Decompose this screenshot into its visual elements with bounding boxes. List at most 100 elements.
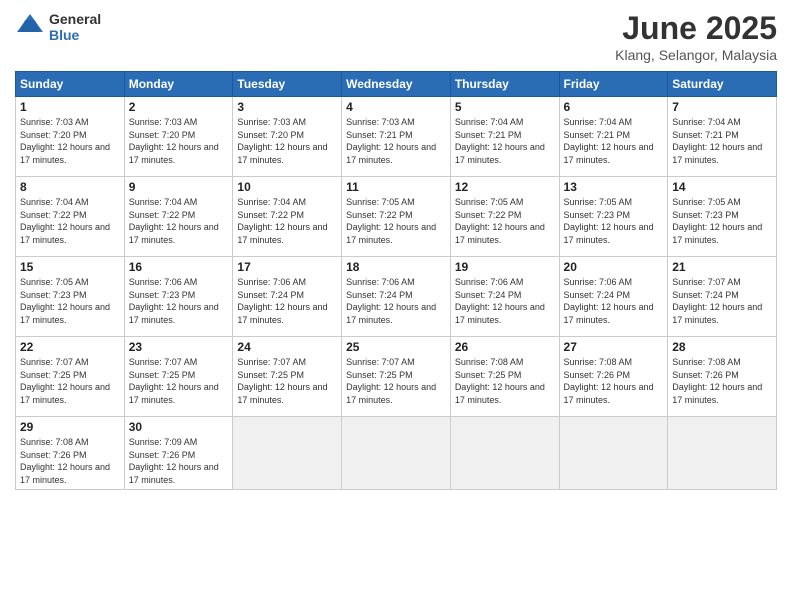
page: General Blue June 2025 Klang, Selangor, … [0, 0, 792, 612]
day-cell: 23 Sunrise: 7:07 AM Sunset: 7:25 PM Dayl… [124, 337, 233, 417]
day-cell: 27 Sunrise: 7:08 AM Sunset: 7:26 PM Dayl… [559, 337, 668, 417]
day-info: Sunrise: 7:04 AM Sunset: 7:22 PM Dayligh… [237, 196, 337, 246]
header-sunday: Sunday [16, 72, 125, 97]
day-cell: 1 Sunrise: 7:03 AM Sunset: 7:20 PM Dayli… [16, 97, 125, 177]
day-number: 30 [129, 420, 229, 434]
day-number: 16 [129, 260, 229, 274]
header-thursday: Thursday [450, 72, 559, 97]
day-info: Sunrise: 7:05 AM Sunset: 7:23 PM Dayligh… [20, 276, 120, 326]
day-info: Sunrise: 7:03 AM Sunset: 7:20 PM Dayligh… [237, 116, 337, 166]
day-number: 9 [129, 180, 229, 194]
day-cell: 2 Sunrise: 7:03 AM Sunset: 7:20 PM Dayli… [124, 97, 233, 177]
day-number: 7 [672, 100, 772, 114]
day-number: 17 [237, 260, 337, 274]
day-info: Sunrise: 7:04 AM Sunset: 7:21 PM Dayligh… [672, 116, 772, 166]
day-cell: 18 Sunrise: 7:06 AM Sunset: 7:24 PM Dayl… [342, 257, 451, 337]
day-cell: 3 Sunrise: 7:03 AM Sunset: 7:20 PM Dayli… [233, 97, 342, 177]
day-info: Sunrise: 7:06 AM Sunset: 7:24 PM Dayligh… [237, 276, 337, 326]
day-number: 11 [346, 180, 446, 194]
day-info: Sunrise: 7:07 AM Sunset: 7:25 PM Dayligh… [237, 356, 337, 406]
day-cell: 4 Sunrise: 7:03 AM Sunset: 7:21 PM Dayli… [342, 97, 451, 177]
week-row-0: 1 Sunrise: 7:03 AM Sunset: 7:20 PM Dayli… [16, 97, 777, 177]
day-number: 20 [564, 260, 664, 274]
week-row-2: 15 Sunrise: 7:05 AM Sunset: 7:23 PM Dayl… [16, 257, 777, 337]
day-number: 19 [455, 260, 555, 274]
day-cell: 8 Sunrise: 7:04 AM Sunset: 7:22 PM Dayli… [16, 177, 125, 257]
day-info: Sunrise: 7:04 AM Sunset: 7:21 PM Dayligh… [455, 116, 555, 166]
day-cell: 9 Sunrise: 7:04 AM Sunset: 7:22 PM Dayli… [124, 177, 233, 257]
day-number: 29 [20, 420, 120, 434]
logo: General Blue [15, 10, 101, 45]
day-cell: 30 Sunrise: 7:09 AM Sunset: 7:26 PM Dayl… [124, 417, 233, 490]
day-info: Sunrise: 7:08 AM Sunset: 7:26 PM Dayligh… [564, 356, 664, 406]
day-info: Sunrise: 7:09 AM Sunset: 7:26 PM Dayligh… [129, 436, 229, 486]
day-number: 10 [237, 180, 337, 194]
day-info: Sunrise: 7:03 AM Sunset: 7:21 PM Dayligh… [346, 116, 446, 166]
day-number: 14 [672, 180, 772, 194]
day-info: Sunrise: 7:07 AM Sunset: 7:25 PM Dayligh… [346, 356, 446, 406]
day-info: Sunrise: 7:07 AM Sunset: 7:24 PM Dayligh… [672, 276, 772, 326]
day-number: 13 [564, 180, 664, 194]
day-info: Sunrise: 7:07 AM Sunset: 7:25 PM Dayligh… [129, 356, 229, 406]
day-number: 1 [20, 100, 120, 114]
week-row-3: 22 Sunrise: 7:07 AM Sunset: 7:25 PM Dayl… [16, 337, 777, 417]
day-number: 24 [237, 340, 337, 354]
day-number: 5 [455, 100, 555, 114]
day-info: Sunrise: 7:06 AM Sunset: 7:24 PM Dayligh… [346, 276, 446, 326]
day-number: 18 [346, 260, 446, 274]
day-number: 12 [455, 180, 555, 194]
day-info: Sunrise: 7:08 AM Sunset: 7:26 PM Dayligh… [672, 356, 772, 406]
day-cell: 19 Sunrise: 7:06 AM Sunset: 7:24 PM Dayl… [450, 257, 559, 337]
day-info: Sunrise: 7:07 AM Sunset: 7:25 PM Dayligh… [20, 356, 120, 406]
day-number: 21 [672, 260, 772, 274]
day-cell: 21 Sunrise: 7:07 AM Sunset: 7:24 PM Dayl… [668, 257, 777, 337]
day-cell: 14 Sunrise: 7:05 AM Sunset: 7:23 PM Dayl… [668, 177, 777, 257]
day-cell [668, 417, 777, 490]
day-cell: 12 Sunrise: 7:05 AM Sunset: 7:22 PM Dayl… [450, 177, 559, 257]
day-cell: 11 Sunrise: 7:05 AM Sunset: 7:22 PM Dayl… [342, 177, 451, 257]
day-number: 8 [20, 180, 120, 194]
calendar-subtitle: Klang, Selangor, Malaysia [615, 47, 777, 63]
day-cell: 6 Sunrise: 7:04 AM Sunset: 7:21 PM Dayli… [559, 97, 668, 177]
day-number: 4 [346, 100, 446, 114]
day-info: Sunrise: 7:05 AM Sunset: 7:22 PM Dayligh… [455, 196, 555, 246]
day-info: Sunrise: 7:08 AM Sunset: 7:25 PM Dayligh… [455, 356, 555, 406]
day-cell [450, 417, 559, 490]
day-info: Sunrise: 7:05 AM Sunset: 7:23 PM Dayligh… [672, 196, 772, 246]
header-friday: Friday [559, 72, 668, 97]
day-info: Sunrise: 7:06 AM Sunset: 7:24 PM Dayligh… [455, 276, 555, 326]
day-info: Sunrise: 7:08 AM Sunset: 7:26 PM Dayligh… [20, 436, 120, 486]
header-saturday: Saturday [668, 72, 777, 97]
day-number: 22 [20, 340, 120, 354]
day-cell: 7 Sunrise: 7:04 AM Sunset: 7:21 PM Dayli… [668, 97, 777, 177]
day-info: Sunrise: 7:06 AM Sunset: 7:24 PM Dayligh… [564, 276, 664, 326]
week-row-1: 8 Sunrise: 7:04 AM Sunset: 7:22 PM Dayli… [16, 177, 777, 257]
calendar-body: 1 Sunrise: 7:03 AM Sunset: 7:20 PM Dayli… [16, 97, 777, 490]
day-cell: 28 Sunrise: 7:08 AM Sunset: 7:26 PM Dayl… [668, 337, 777, 417]
logo-general: General [49, 12, 101, 27]
day-cell [559, 417, 668, 490]
logo-blue: Blue [49, 28, 101, 43]
day-cell: 26 Sunrise: 7:08 AM Sunset: 7:25 PM Dayl… [450, 337, 559, 417]
day-number: 23 [129, 340, 229, 354]
day-number: 27 [564, 340, 664, 354]
header-wednesday: Wednesday [342, 72, 451, 97]
day-info: Sunrise: 7:05 AM Sunset: 7:22 PM Dayligh… [346, 196, 446, 246]
day-info: Sunrise: 7:03 AM Sunset: 7:20 PM Dayligh… [20, 116, 120, 166]
week-row-4: 29 Sunrise: 7:08 AM Sunset: 7:26 PM Dayl… [16, 417, 777, 490]
day-info: Sunrise: 7:06 AM Sunset: 7:23 PM Dayligh… [129, 276, 229, 326]
day-cell: 24 Sunrise: 7:07 AM Sunset: 7:25 PM Dayl… [233, 337, 342, 417]
title-block: June 2025 Klang, Selangor, Malaysia [615, 10, 777, 63]
day-cell: 29 Sunrise: 7:08 AM Sunset: 7:26 PM Dayl… [16, 417, 125, 490]
day-cell: 16 Sunrise: 7:06 AM Sunset: 7:23 PM Dayl… [124, 257, 233, 337]
day-cell [233, 417, 342, 490]
day-cell: 15 Sunrise: 7:05 AM Sunset: 7:23 PM Dayl… [16, 257, 125, 337]
calendar-header: SundayMondayTuesdayWednesdayThursdayFrid… [16, 72, 777, 97]
day-number: 6 [564, 100, 664, 114]
day-cell: 17 Sunrise: 7:06 AM Sunset: 7:24 PM Dayl… [233, 257, 342, 337]
day-cell: 10 Sunrise: 7:04 AM Sunset: 7:22 PM Dayl… [233, 177, 342, 257]
day-cell: 5 Sunrise: 7:04 AM Sunset: 7:21 PM Dayli… [450, 97, 559, 177]
calendar-title: June 2025 [615, 10, 777, 47]
day-number: 2 [129, 100, 229, 114]
header-monday: Monday [124, 72, 233, 97]
